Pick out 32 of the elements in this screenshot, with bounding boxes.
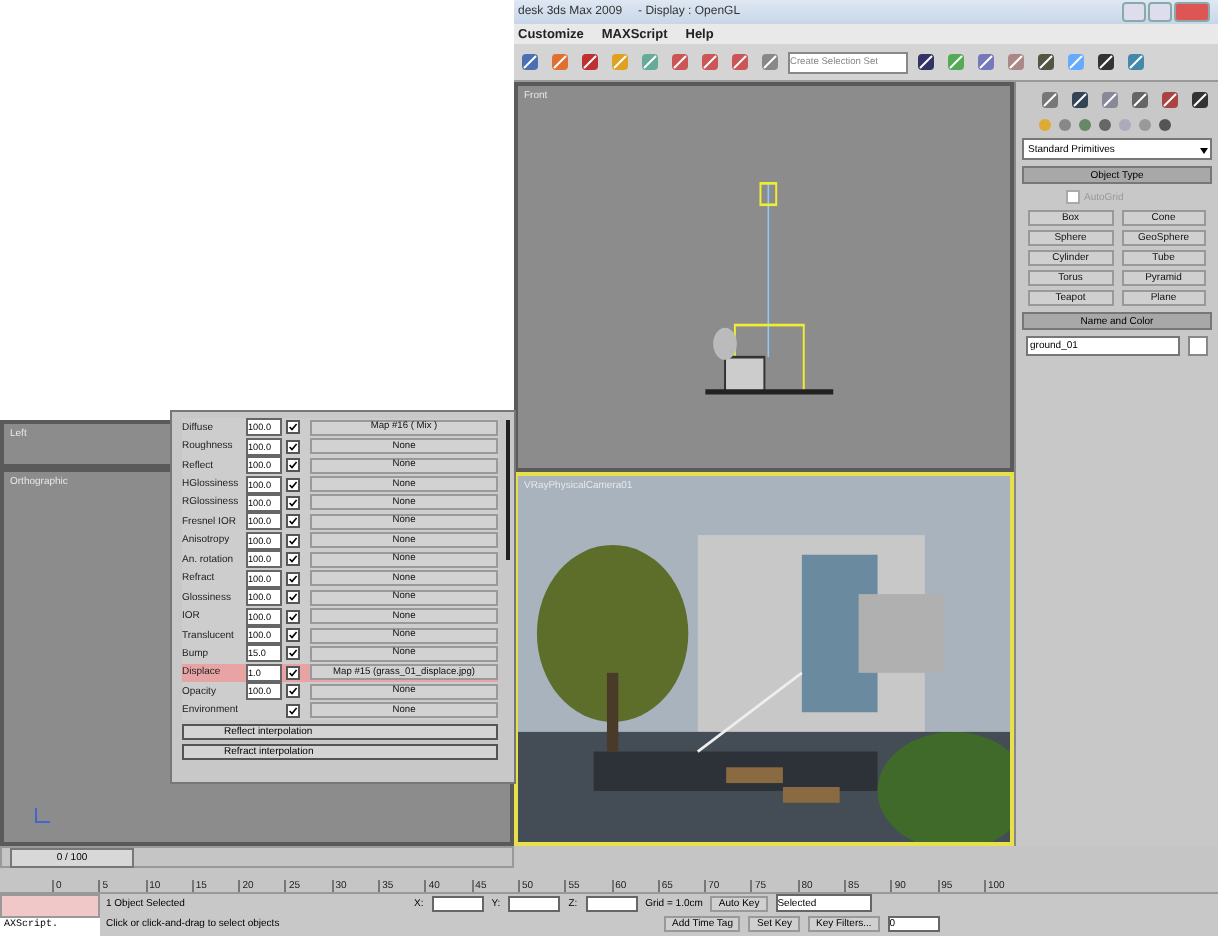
tool-icon[interactable]	[914, 50, 938, 74]
map-checkbox[interactable]	[286, 495, 300, 510]
map-checkbox[interactable]	[286, 665, 300, 680]
map-checkbox[interactable]	[286, 420, 300, 435]
scrollbar[interactable]	[506, 420, 510, 560]
z-field[interactable]	[585, 895, 638, 911]
tool-icon[interactable]	[578, 50, 602, 74]
tool-icon[interactable]	[1094, 50, 1118, 74]
caret-icon	[1198, 143, 1210, 155]
color-swatch[interactable]	[1188, 336, 1208, 356]
panel-tab-icon[interactable]	[1068, 88, 1092, 112]
map-checkbox[interactable]	[286, 477, 300, 492]
map-checkbox[interactable]	[286, 514, 300, 529]
map-checkbox[interactable]	[286, 533, 300, 548]
axis-icon	[32, 806, 52, 827]
panel-tab-icon[interactable]	[1188, 88, 1212, 112]
map-checkbox[interactable]	[286, 628, 300, 643]
panel-tab-icon[interactable]	[1128, 88, 1152, 112]
map-checkbox[interactable]	[286, 646, 300, 661]
map-checkbox[interactable]	[286, 552, 300, 567]
map-checkbox[interactable]	[286, 590, 300, 605]
map-checkbox[interactable]	[286, 609, 300, 624]
map-checkbox[interactable]	[286, 571, 300, 586]
panel-tab-icon[interactable]	[1158, 88, 1182, 112]
map-checkbox[interactable]	[286, 684, 300, 699]
y-field[interactable]	[508, 895, 561, 911]
map-checkbox[interactable]	[286, 703, 300, 718]
map-checkbox[interactable]	[286, 439, 300, 454]
listener-field[interactable]	[0, 894, 100, 918]
map-checkbox[interactable]	[286, 458, 300, 473]
tool-icon[interactable]	[1034, 50, 1058, 74]
x-field[interactable]	[431, 895, 484, 911]
